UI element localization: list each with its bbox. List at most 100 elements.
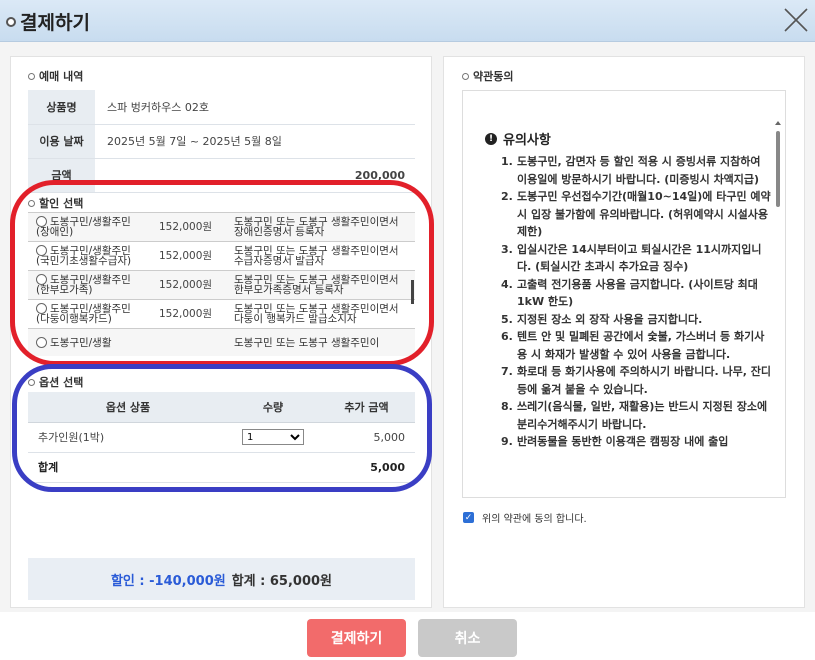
- terms-heading-text: 유의사항: [503, 133, 551, 148]
- list-item: 5. 지정된 장소 외 장작 사용을 금지합니다.: [501, 311, 773, 329]
- terms-scroll-area[interactable]: ! 유의사항 1. 도봉구민, 감면자 등 할인 적용 시 증빙서류 지참하여 이…: [462, 90, 786, 498]
- total-label: 합계: [28, 452, 228, 483]
- discount-desc: 도봉구민 또는 도봉구 생활주민이면서 수급자증명서 발급자: [234, 245, 399, 267]
- discount-name: 도봉구민/생활: [50, 337, 112, 349]
- option-table: 옵션 상품 수량 추가 금액 추가인원(1박) 1 5,000 합계 5,000: [28, 392, 415, 483]
- item-text: 도봉구민 우선접수기간(매월10~14일)에 타구민 예약시 입장 불가함에 유…: [517, 190, 771, 238]
- discount-name-cell: 도봉구민/생활주민(국민기초생활수급자): [28, 245, 143, 267]
- discount-price: 152,000원: [158, 308, 213, 320]
- item-text: 입실시간은 14시부터이고 퇴실시간은 11시까지입니다. (퇴실시간 초과시 …: [517, 242, 762, 274]
- option-extra: 5,000: [318, 422, 415, 453]
- discount-option[interactable]: 도봉구민/생활주민(한부모가족) 152,000원 도봉구민 또는 도봉구 생활…: [28, 271, 415, 300]
- product-value: 스파 벙커하우스 02호: [95, 90, 415, 125]
- cancel-button[interactable]: 취소: [418, 619, 517, 657]
- close-icon[interactable]: [779, 3, 813, 37]
- list-item: 1. 도봉구민, 감면자 등 할인 적용 시 증빙서류 지참하여 이용일에 방문하…: [501, 153, 773, 188]
- item-num: 9.: [501, 435, 513, 448]
- section-bullet-icon: [28, 72, 35, 80]
- qty-cell: 1: [228, 422, 318, 453]
- discount-title-text: 할인 선택: [39, 197, 84, 210]
- list-item: 8. 쓰레기(음식물, 일반, 재활용)는 반드시 지정된 장소에 분리수거해주시…: [501, 398, 773, 433]
- discount-option[interactable]: 도봉구민/생활 도봉구민 또는 도봉구 생활주민이: [28, 329, 415, 356]
- discount-desc: 도봉구민 또는 도봉구 생활주민이면서 다둥이 행복카드 발급소지자: [234, 303, 399, 325]
- item-num: 3.: [501, 242, 513, 256]
- section-bullet-icon: [462, 72, 469, 80]
- option-product: 추가인원(1박): [28, 422, 228, 453]
- discount-name-cell: 도봉구민/생활: [28, 337, 143, 349]
- discount-desc: 도봉구민 또는 도봉구 생활주민이면서 장애인증명서 등록자: [234, 216, 399, 238]
- radio-button[interactable]: [36, 245, 47, 256]
- total-summary: 합계 : 65,000원: [231, 573, 333, 589]
- agree-checkbox[interactable]: ✓: [463, 512, 474, 523]
- dialog-title: 결제하기: [6, 8, 90, 35]
- table-row: 상품명 스파 벙커하우스 02호: [28, 90, 415, 125]
- discount-price: 152,000원: [158, 250, 213, 262]
- table-row: 금액 200,000: [28, 158, 415, 193]
- item-text: 지정된 장소 외 장작 사용을 금지합니다.: [517, 312, 703, 326]
- item-num: 4.: [501, 277, 513, 291]
- terms-scrollbar[interactable]: [776, 131, 780, 207]
- list-item: 9. 반려동물을 동반한 이용객은 캠핑장 내에 출입: [501, 433, 773, 451]
- radio-button[interactable]: [36, 303, 47, 314]
- terms-heading: ! 유의사항: [485, 129, 551, 148]
- list-item: 6. 텐트 안 및 밀폐된 공간에서 숯불, 가스버너 등 화기사용 시 화재가 …: [501, 328, 773, 363]
- reservation-table: 상품명 스파 벙커하우스 02호 이용 날짜 2025년 5월 7일 ~ 202…: [28, 90, 415, 193]
- item-num: 5.: [501, 312, 513, 326]
- reservation-section-title: 예매 내역: [28, 68, 83, 84]
- item-num: 8.: [501, 400, 513, 413]
- date-value: 2025년 5월 7일 ~ 2025년 5월 8일: [95, 124, 415, 159]
- list-item: 4. 고출력 전기용품 사용을 금지합니다. (사이트당 최대 1kW 한도): [501, 276, 773, 311]
- scroll-up-icon[interactable]: [775, 121, 781, 125]
- radio-button[interactable]: [36, 216, 47, 227]
- terms-section-title: 약관동의: [462, 68, 513, 84]
- discount-name: 도봉구민/생활주민(다둥이행복카드): [36, 303, 131, 325]
- col-option-product: 옵션 상품: [28, 392, 228, 423]
- total-value: 5,000: [318, 452, 415, 483]
- terms-list: 1. 도봉구민, 감면자 등 할인 적용 시 증빙서류 지참하여 이용일에 방문하…: [501, 153, 773, 451]
- terms-title-text: 약관동의: [473, 70, 514, 83]
- discount-section-title: 할인 선택: [28, 195, 83, 211]
- warning-icon: !: [485, 132, 497, 145]
- col-extra-amount: 추가 금액: [318, 392, 415, 423]
- list-item: 3. 입실시간은 14시부터이고 퇴실시간은 11시까지입니다. (퇴실시간 초과…: [501, 241, 773, 276]
- item-num: 7.: [501, 365, 513, 378]
- date-label: 이용 날짜: [28, 124, 95, 159]
- radio-button[interactable]: [36, 337, 47, 348]
- quantity-select[interactable]: 1: [242, 429, 304, 445]
- section-bullet-icon: [28, 199, 35, 207]
- agree-row[interactable]: ✓ 위의 약관에 동의 합니다.: [463, 510, 587, 525]
- discount-name-cell: 도봉구민/생활주민(장애인): [28, 216, 143, 238]
- dialog-header: 결제하기: [0, 0, 815, 42]
- agree-label: 위의 약관에 동의 합니다.: [482, 514, 587, 525]
- item-text: 도봉구민, 감면자 등 할인 적용 시 증빙서류 지참하여 이용일에 방문하시기…: [517, 155, 761, 186]
- discount-name: 도봉구민/생활주민(국민기초생활수급자): [36, 245, 132, 267]
- radio-button[interactable]: [36, 274, 47, 285]
- pay-button[interactable]: 결제하기: [307, 619, 406, 657]
- discount-scrollbar[interactable]: [411, 280, 414, 304]
- discount-name: 도봉구민/생활주민(장애인): [36, 216, 131, 238]
- item-num: 6.: [501, 330, 513, 343]
- option-section-title: 옵션 선택: [28, 374, 83, 390]
- reservation-title-text: 예매 내역: [39, 70, 84, 83]
- item-text: 쓰레기(음식물, 일반, 재활용)는 반드시 지정된 장소에 분리수거해주시기 …: [517, 400, 768, 431]
- discount-desc: 도봉구민 또는 도봉구 생활주민이: [234, 337, 380, 349]
- discount-option[interactable]: 도봉구민/생활주민(다둥이행복카드) 152,000원 도봉구민 또는 도봉구 …: [28, 300, 415, 329]
- discount-list[interactable]: 도봉구민/생활주민(장애인) 152,000원 도봉구민 또는 도봉구 생활주민…: [28, 212, 415, 356]
- discount-option[interactable]: 도봉구민/생활주민(국민기초생활수급자) 152,000원 도봉구민 또는 도봉…: [28, 242, 415, 271]
- discount-summary: 할인 : -140,000원: [110, 573, 226, 589]
- item-text: 반려동물을 동반한 이용객은 캠핑장 내에 출입: [517, 435, 729, 448]
- table-total-row: 합계 5,000: [28, 452, 415, 483]
- item-num: 1.: [501, 155, 513, 168]
- discount-option[interactable]: 도봉구민/생활주민(장애인) 152,000원 도봉구민 또는 도봉구 생활주민…: [28, 213, 415, 242]
- section-bullet-icon: [28, 378, 35, 386]
- dialog-title-text: 결제하기: [20, 12, 90, 34]
- amount-label: 금액: [28, 158, 95, 193]
- list-item: 2. 도봉구민 우선접수기간(매월10~14일)에 타구민 예약시 입장 불가함에…: [501, 188, 773, 241]
- table-row: 이용 날짜 2025년 5월 7일 ~ 2025년 5월 8일: [28, 124, 415, 159]
- empty-cell: [228, 452, 318, 483]
- discount-name: 도봉구민/생활주민(한부모가족): [36, 274, 131, 296]
- discount-name-cell: 도봉구민/생활주민(다둥이행복카드): [28, 303, 143, 325]
- item-text: 화로대 등 화기사용에 주의하시기 바랍니다. 나무, 잔디 등에 옮겨 붙을 …: [517, 365, 771, 396]
- item-text: 고출력 전기용품 사용을 금지합니다. (사이트당 최대 1kW 한도): [517, 277, 758, 309]
- item-num: 2.: [501, 190, 513, 203]
